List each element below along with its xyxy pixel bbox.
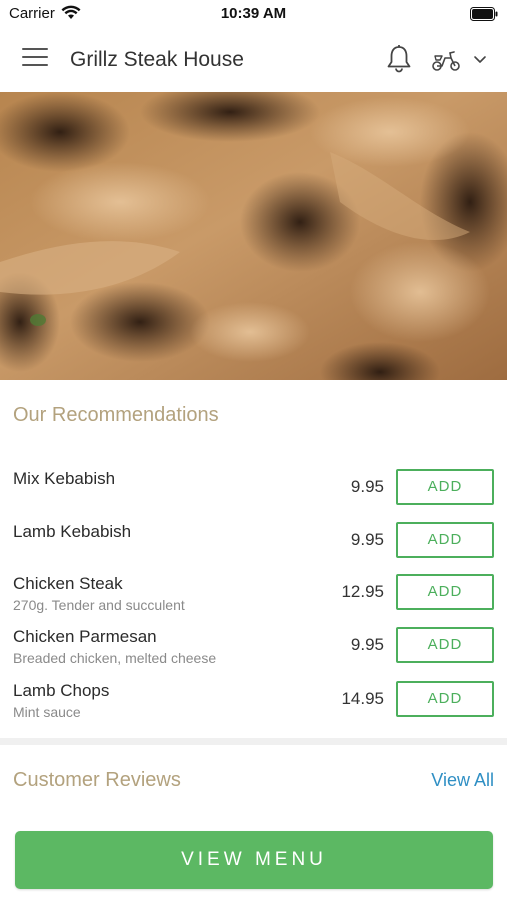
recommendations-heading: Our Recommendations (13, 404, 219, 426)
add-button[interactable]: ADD (396, 522, 494, 558)
bell-icon[interactable] (385, 44, 413, 74)
hero-food-image (0, 92, 507, 380)
hamburger-menu-icon[interactable] (22, 48, 48, 70)
item-name: Chicken Parmesan (13, 627, 157, 646)
item-price: 14.95 (341, 689, 384, 708)
list-item: Lamb Kebabish 9.95 ADD (0, 522, 507, 572)
view-all-link[interactable]: View All (431, 770, 494, 791)
item-name: Mix Kebabish (13, 469, 116, 488)
reviews-heading: Customer Reviews (13, 769, 181, 791)
battery-icon (470, 7, 498, 21)
item-price: 9.95 (350, 530, 384, 549)
item-price: 9.95 (350, 477, 384, 496)
section-divider (0, 738, 507, 745)
item-description: Mint sauce (13, 704, 81, 720)
list-item: Chicken Steak 270g. Tender and succulent… (0, 574, 507, 624)
status-time: 10:39 AM (220, 5, 287, 22)
list-item: Lamb Chops Mint sauce 14.95 ADD (0, 681, 507, 731)
add-button[interactable]: ADD (396, 681, 494, 717)
view-menu-button[interactable]: VIEW MENU (15, 831, 493, 889)
item-price: 9.95 (350, 635, 384, 654)
item-name: Lamb Chops (13, 681, 110, 700)
delivery-scooter-icon[interactable] (431, 48, 461, 72)
restaurant-title: Grillz Steak House (70, 48, 244, 71)
add-button[interactable]: ADD (396, 627, 494, 663)
item-price: 12.95 (341, 582, 384, 601)
add-button[interactable]: ADD (396, 469, 494, 505)
add-button[interactable]: ADD (396, 574, 494, 610)
item-description: 270g. Tender and succulent (13, 597, 185, 613)
list-item: Mix Kebabish 9.95 ADD (0, 469, 507, 519)
chevron-down-icon[interactable] (473, 53, 487, 65)
app-header: Grillz Steak House (0, 28, 507, 92)
item-description: Breaded chicken, melted cheese (13, 650, 217, 666)
item-name: Lamb Kebabish (13, 522, 132, 541)
item-name: Chicken Steak (13, 574, 123, 593)
status-bar: Carrier 10:39 AM (0, 0, 507, 28)
list-item: Chicken Parmesan Breaded chicken, melted… (0, 627, 507, 677)
